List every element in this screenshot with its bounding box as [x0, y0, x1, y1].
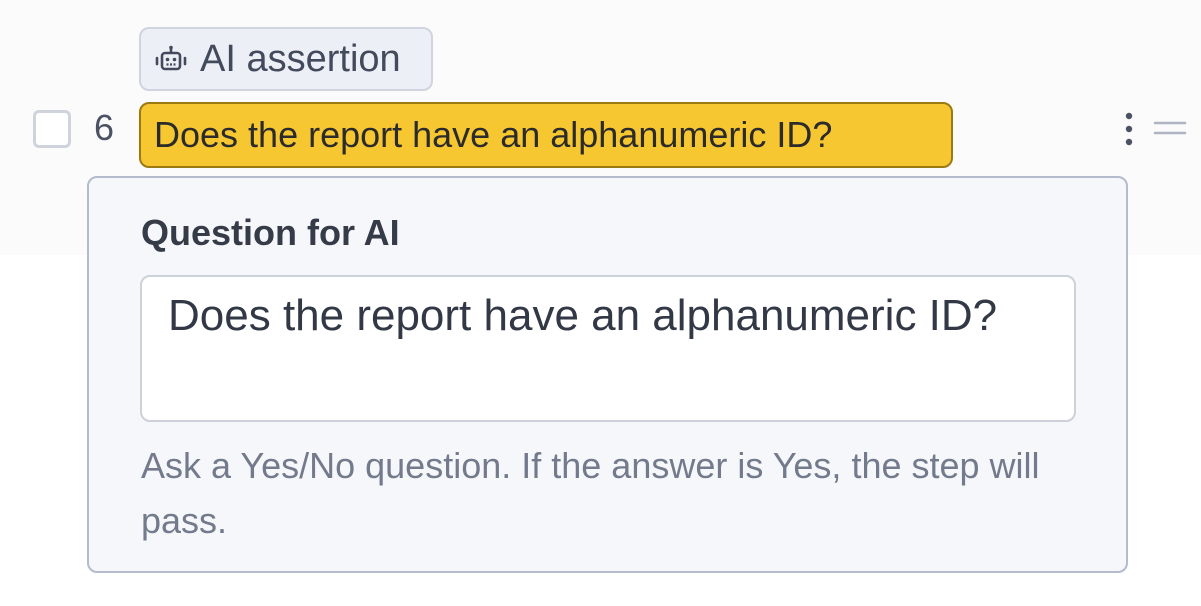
step-text: Does the report have an alphanumeric ID?: [154, 114, 833, 155]
ai-question-panel: Question for AI Does the report have an …: [87, 176, 1128, 573]
more-vertical-icon[interactable]: [1118, 111, 1140, 147]
step-text-chip[interactable]: Does the report have an alphanumeric ID?: [139, 102, 953, 168]
step-editor: AI assertion 6 Does the report have an a…: [0, 0, 1201, 606]
panel-title: Question for AI: [141, 212, 400, 253]
step-number: 6: [94, 107, 115, 148]
badge-label: AI assertion: [200, 38, 401, 80]
help-text: Ask a Yes/No question. If the answer is …: [141, 445, 1040, 541]
robot-icon: [155, 45, 187, 71]
question-textarea[interactable]: Does the report have an alphanumeric ID?: [140, 275, 1076, 422]
step-checkbox[interactable]: [33, 110, 71, 148]
drag-handle-icon[interactable]: [1153, 117, 1187, 139]
ai-assertion-badge[interactable]: AI assertion: [139, 27, 433, 91]
